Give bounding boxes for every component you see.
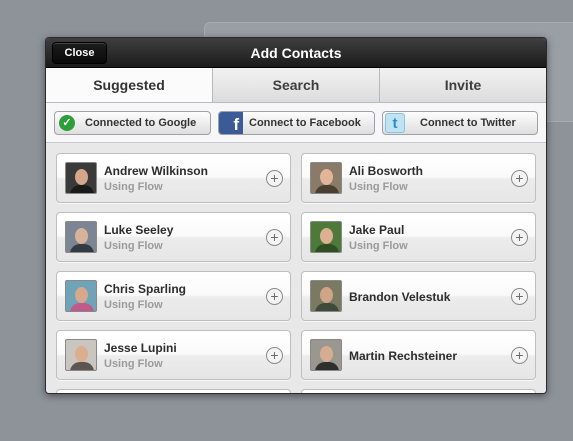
connect-twitter-button[interactable]: t Connect to Twitter (382, 111, 538, 135)
connect-facebook-button[interactable]: f Connect to Facebook (218, 111, 375, 135)
add-contact-icon[interactable]: + (511, 347, 528, 364)
contact-status: Using Flow (104, 358, 163, 370)
contact-card[interactable]: Jake Paul Using Flow + (301, 212, 536, 262)
contact-card[interactable]: Jesse Lupini Using Flow + (56, 330, 291, 380)
avatar (65, 162, 97, 194)
tab-invite[interactable]: Invite (379, 68, 546, 102)
avatar (65, 339, 97, 371)
contact-name: Andrew Wilkinson (104, 164, 208, 178)
contact-status: Using Flow (104, 299, 163, 311)
contact-card[interactable]: Andrew Wilkinson Using Flow + (56, 153, 291, 203)
tab-suggested[interactable]: Suggested (46, 68, 212, 102)
avatar (310, 221, 342, 253)
add-contact-icon[interactable]: + (511, 170, 528, 187)
facebook-icon: f (219, 112, 243, 134)
twitter-icon: t (385, 113, 405, 133)
facebook-label: Connect to Facebook (249, 117, 361, 129)
avatar (310, 162, 342, 194)
connect-services-row: ✓ Connected to Google f Connect to Faceb… (46, 103, 546, 143)
contact-card[interactable]: Ali Bosworth Using Flow + (301, 153, 536, 203)
avatar (310, 280, 342, 312)
contact-card[interactable]: Brandon Velestuk + (301, 271, 536, 321)
add-contact-icon[interactable]: + (511, 229, 528, 246)
twitter-label: Connect to Twitter (420, 117, 516, 129)
contact-name: Luke Seeley (104, 223, 174, 237)
contact-card[interactable]: Martin Rechsteiner + (301, 330, 536, 380)
avatar (65, 221, 97, 253)
contact-status: Using Flow (349, 240, 408, 252)
avatar (65, 280, 97, 312)
add-contact-icon[interactable]: + (266, 347, 283, 364)
contacts-list[interactable]: Andrew Wilkinson Using Flow + Ali Boswor… (46, 144, 546, 393)
contact-card[interactable] (56, 389, 291, 393)
connected-google-button[interactable]: ✓ Connected to Google (54, 111, 211, 135)
tab-search[interactable]: Search (212, 68, 379, 102)
contact-name: Martin Rechsteiner (349, 349, 458, 363)
contact-name: Jesse Lupini (104, 341, 177, 355)
modal-titlebar: Close Add Contacts (46, 38, 546, 68)
contact-status: Using Flow (349, 181, 408, 193)
contact-card[interactable]: Luke Seeley Using Flow + (56, 212, 291, 262)
add-contact-icon[interactable]: + (511, 288, 528, 305)
add-contact-icon[interactable]: + (266, 170, 283, 187)
add-contact-icon[interactable]: + (266, 229, 283, 246)
contact-card[interactable] (301, 389, 536, 393)
add-contact-icon[interactable]: + (266, 288, 283, 305)
contact-status: Using Flow (104, 181, 163, 193)
check-icon: ✓ (59, 115, 75, 131)
contact-card[interactable]: Chris Sparling Using Flow + (56, 271, 291, 321)
contact-name: Jake Paul (349, 223, 405, 237)
contact-status: Using Flow (104, 240, 163, 252)
avatar (310, 339, 342, 371)
contact-name: Chris Sparling (104, 282, 187, 296)
tab-bar: Suggested Search Invite (46, 68, 546, 103)
add-contacts-modal: Close Add Contacts Suggested Search Invi… (45, 37, 547, 394)
google-label: Connected to Google (85, 117, 197, 129)
modal-title: Add Contacts (250, 45, 342, 61)
contact-name: Ali Bosworth (349, 164, 423, 178)
contact-name: Brandon Velestuk (349, 290, 451, 304)
